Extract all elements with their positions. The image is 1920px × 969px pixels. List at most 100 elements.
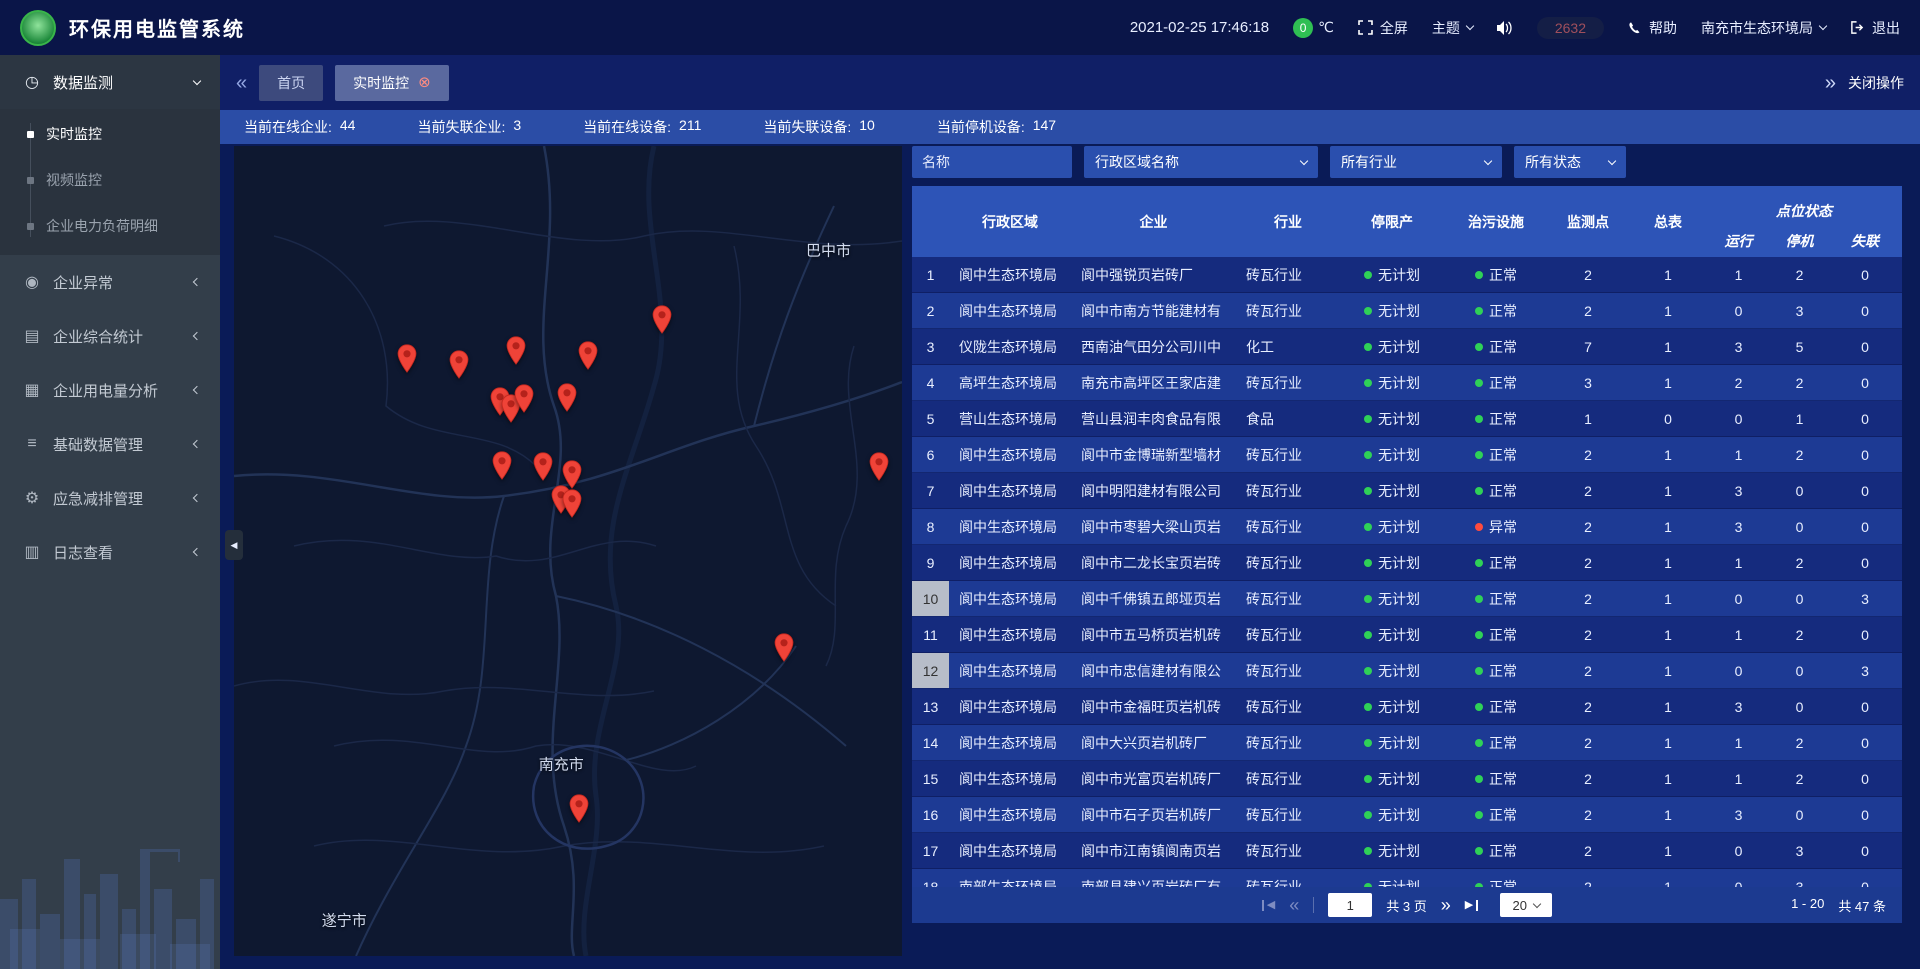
sidebar-subitem[interactable]: 企业电力负荷明细 <box>0 203 220 249</box>
map-pin[interactable] <box>652 305 673 334</box>
row-stop-status: 无计划 <box>1340 293 1444 328</box>
logout-button[interactable]: 退出 <box>1850 18 1900 38</box>
sidebar-section[interactable]: ▥ 日志查看 <box>0 525 220 579</box>
table-row[interactable]: 2 阆中生态环境局 阆中市南方节能建材有 砖瓦行业 无计划 正常 2 <box>912 293 1902 329</box>
row-stopped-count: 2 <box>1769 545 1830 580</box>
row-company: 阆中强锐页岩砖厂 <box>1071 257 1236 292</box>
status-dot-icon <box>1364 847 1372 855</box>
table-row[interactable]: 9 阆中生态环境局 阆中市二龙长宝页岩砖 砖瓦行业 无计划 正常 2 <box>912 545 1902 581</box>
stat-label: 当前在线设备: <box>583 117 671 137</box>
industry-filter-select[interactable]: 所有行业 <box>1330 146 1502 178</box>
sidebar-subitem[interactable]: 视频监控 <box>0 157 220 203</box>
row-facility-status: 正常 <box>1444 257 1548 292</box>
org-dropdown[interactable]: 南充市生态环境局 <box>1701 18 1826 38</box>
row-facility-status: 正常 <box>1444 365 1548 400</box>
row-company: 西南油气田分公司川中 <box>1071 329 1236 364</box>
help-button[interactable]: 帮助 <box>1628 18 1677 38</box>
map-pin[interactable] <box>513 384 534 413</box>
sidebar-section-data-monitoring[interactable]: ◷ 数据监测 <box>0 55 220 109</box>
row-industry: 砖瓦行业 <box>1236 725 1340 760</box>
table-row[interactable]: 4 高坪生态环境局 南充市高坪区王家店建 砖瓦行业 无计划 正常 3 <box>912 365 1902 401</box>
last-page-button[interactable]: ▶ <box>1465 900 1478 911</box>
alarm-count-badge[interactable]: 2632 <box>1537 17 1604 39</box>
row-index: 3 <box>912 329 949 364</box>
row-stop-status: 无计划 <box>1340 437 1444 472</box>
sidebar-section[interactable]: ▦ 企业用电量分析 <box>0 363 220 417</box>
map-pin[interactable] <box>868 452 889 481</box>
table-row[interactable]: 3 仪陇生态环境局 西南油气田分公司川中 化工 无计划 正常 7 <box>912 329 1902 365</box>
stat-value: 211 <box>679 117 701 137</box>
row-industry: 砖瓦行业 <box>1236 473 1340 508</box>
status-filter-select[interactable]: 所有状态 <box>1514 146 1626 178</box>
name-filter-input[interactable] <box>912 146 1072 178</box>
tabs-scroll-right-button[interactable]: » <box>1825 73 1836 93</box>
fullscreen-icon <box>1358 20 1373 35</box>
sidebar-subitem[interactable]: 实时监控 <box>0 111 220 157</box>
prev-page-button[interactable]: « <box>1289 896 1299 914</box>
map-pin[interactable] <box>562 489 583 518</box>
tab[interactable]: 实时监控 ⊗ <box>335 65 449 101</box>
table-row[interactable]: 12 阆中生态环境局 阆中市忠信建材有限公 砖瓦行业 无计划 正常 2 <box>912 653 1902 689</box>
row-lost-count: 0 <box>1830 473 1900 508</box>
map-pin[interactable] <box>773 633 794 662</box>
row-total-meters: 1 <box>1628 833 1708 868</box>
row-stop-status: 无计划 <box>1340 689 1444 724</box>
table-row[interactable]: 18 南部生态环境局 南部县建兴页岩砖厂有 砖瓦行业 无计划 正常 2 <box>912 869 1902 887</box>
map-panel[interactable]: 巴中市 南充市 遂宁市 <box>234 146 902 956</box>
row-stop-status: 无计划 <box>1340 869 1444 887</box>
fullscreen-button[interactable]: 全屏 <box>1358 18 1408 38</box>
row-index: 8 <box>912 509 949 544</box>
tab[interactable]: 首页 ⊗ <box>259 65 323 101</box>
row-stopped-count: 3 <box>1769 293 1830 328</box>
page-number-input[interactable] <box>1328 893 1372 917</box>
status-dot-icon <box>1475 811 1483 819</box>
table-row[interactable]: 8 阆中生态环境局 阆中市枣碧大梁山页岩 砖瓦行业 无计划 异常 2 <box>912 509 1902 545</box>
header-facility: 治污设施 <box>1444 186 1548 257</box>
table-row[interactable]: 11 阆中生态环境局 阆中市五马桥页岩机砖 砖瓦行业 无计划 正常 2 <box>912 617 1902 653</box>
row-region: 阆中生态环境局 <box>949 257 1071 292</box>
sidebar-section[interactable]: ▤ 企业综合统计 <box>0 309 220 363</box>
row-industry: 砖瓦行业 <box>1236 437 1340 472</box>
map-collapse-button[interactable]: ◀ <box>225 530 243 560</box>
map-pin[interactable] <box>578 341 599 370</box>
table-row[interactable]: 1 阆中生态环境局 阆中强锐页岩砖厂 砖瓦行业 无计划 正常 2 <box>912 257 1902 293</box>
theme-dropdown[interactable]: 主题 <box>1432 18 1473 38</box>
close-operations-button[interactable]: 关闭操作 <box>1848 73 1904 93</box>
header-stopped: 停机 <box>1769 224 1830 257</box>
table-row[interactable]: 10 阆中生态环境局 阆中千佛镇五郎垭页岩 砖瓦行业 无计划 正常 2 <box>912 581 1902 617</box>
table-body: 1 阆中生态环境局 阆中强锐页岩砖厂 砖瓦行业 无计划 正常 2 <box>912 257 1902 887</box>
page-size-select[interactable]: 20 <box>1500 893 1552 917</box>
stat-item: 当前在线企业: 44 <box>244 117 355 137</box>
table-row[interactable]: 7 阆中生态环境局 阆中明阳建材有限公司 砖瓦行业 无计划 正常 2 <box>912 473 1902 509</box>
announcement-button[interactable] <box>1497 21 1513 35</box>
sidebar-section[interactable]: ⚙ 应急减排管理 <box>0 471 220 525</box>
tab-close-icon[interactable]: ⊗ <box>418 75 431 90</box>
map-pin[interactable] <box>532 452 553 481</box>
table-row[interactable]: 5 营山生态环境局 营山县润丰肉食品有限 食品 无计划 正常 1 <box>912 401 1902 437</box>
table-row[interactable]: 17 阆中生态环境局 阆中市江南镇阆南页岩 砖瓦行业 无计划 正常 2 <box>912 833 1902 869</box>
table-row[interactable]: 14 阆中生态环境局 阆中大兴页岩机砖厂 砖瓦行业 无计划 正常 2 <box>912 725 1902 761</box>
map-pin[interactable] <box>505 336 526 365</box>
row-stop-status: 无计划 <box>1340 833 1444 868</box>
table-row[interactable]: 13 阆中生态环境局 阆中市金福旺页岩机砖 砖瓦行业 无计划 正常 2 <box>912 689 1902 725</box>
tabs-scroll-left-button[interactable]: « <box>236 73 247 93</box>
sidebar-section[interactable]: ≡ 基础数据管理 <box>0 417 220 471</box>
table-row[interactable]: 15 阆中生态环境局 阆中市光富页岩机砖厂 砖瓦行业 无计划 正常 2 <box>912 761 1902 797</box>
stat-value: 10 <box>859 117 875 137</box>
region-filter-select[interactable]: 行政区域名称 <box>1084 146 1318 178</box>
row-company: 阆中千佛镇五郎垭页岩 <box>1071 581 1236 616</box>
map-pin[interactable] <box>449 350 470 379</box>
map-pin[interactable] <box>569 794 590 823</box>
table-row[interactable]: 6 阆中生态环境局 阆中市金博瑞新型墙材 砖瓦行业 无计划 正常 2 <box>912 437 1902 473</box>
row-company: 阆中市二龙长宝页岩砖 <box>1071 545 1236 580</box>
row-industry: 砖瓦行业 <box>1236 689 1340 724</box>
first-page-button[interactable]: ◀ <box>1262 900 1275 911</box>
map-pin[interactable] <box>491 451 512 480</box>
next-page-button[interactable]: » <box>1441 896 1451 914</box>
map-pin[interactable] <box>397 344 418 373</box>
table-row[interactable]: 16 阆中生态环境局 阆中市石子页岩机砖厂 砖瓦行业 无计划 正常 2 <box>912 797 1902 833</box>
row-facility-status: 正常 <box>1444 869 1548 887</box>
map-pin[interactable] <box>557 383 578 412</box>
row-stopped-count: 0 <box>1769 689 1830 724</box>
sidebar-section[interactable]: ◉ 企业异常 <box>0 255 220 309</box>
